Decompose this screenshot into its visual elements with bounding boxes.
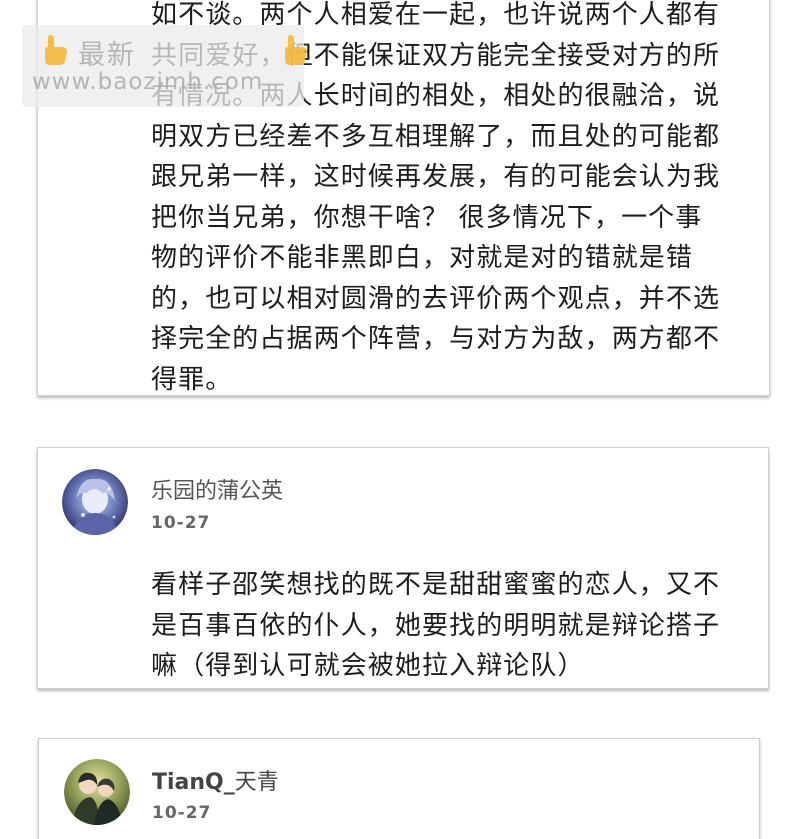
site-watermark: 最新 www.baozimh.com bbox=[22, 25, 307, 107]
comment-feed: 如不谈。两个人相爱在一起，也许说两个人都有 共同爱好，但不能保证双方能完全接受对… bbox=[0, 0, 800, 839]
username-latin: TianQ_ bbox=[152, 770, 235, 795]
comment-date: 10-27 bbox=[151, 513, 211, 533]
watermark-url: www.baozimh.com bbox=[32, 69, 264, 95]
comment-card: TianQ_天青 10-27 bbox=[38, 738, 760, 839]
watermark-title: 最新 bbox=[78, 40, 136, 71]
username-cjk: 天青 bbox=[234, 770, 279, 795]
pointing-hand-icon bbox=[285, 35, 307, 65]
comment-date: 10-27 bbox=[152, 803, 212, 823]
avatar[interactable] bbox=[64, 759, 130, 825]
avatar[interactable] bbox=[62, 469, 128, 535]
username[interactable]: TianQ_天青 bbox=[152, 764, 279, 796]
pointing-hand-icon bbox=[45, 35, 67, 65]
comment-card: 乐园的蒲公英 10-27 看样子邵笑想找的既不是甜甜蜜蜜的恋人，又不 是百事百依… bbox=[37, 447, 769, 689]
username[interactable]: 乐园的蒲公英 bbox=[151, 473, 283, 505]
comment-text: 看样子邵笑想找的既不是甜甜蜜蜜的恋人，又不 是百事百依的仆人，她要找的明明就是辩… bbox=[151, 570, 721, 681]
